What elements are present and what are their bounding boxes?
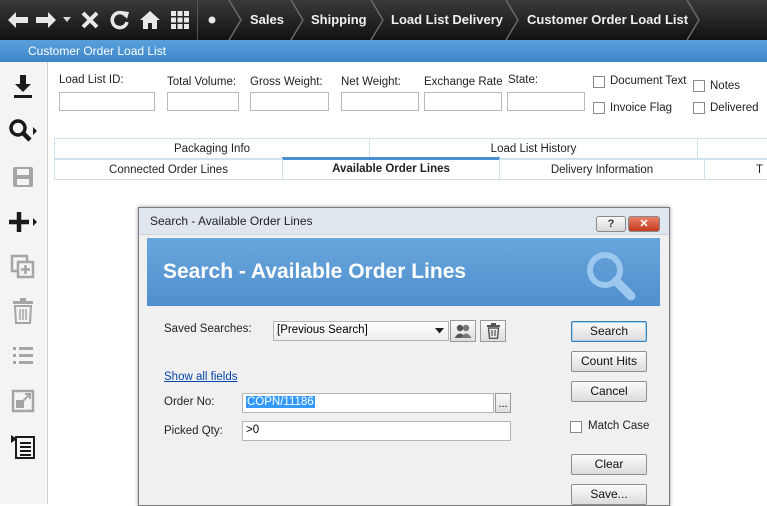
search-button[interactable]: Search — [571, 321, 647, 342]
gross-weight-label: Gross Weight: — [250, 76, 323, 88]
saved-searches-label: Saved Searches: — [164, 323, 252, 335]
saved-searches-select[interactable]: [Previous Search] — [273, 321, 449, 341]
breadcrumb-separator-icon — [686, 0, 700, 40]
match-case-checkbox[interactable] — [570, 421, 582, 433]
document-text-label: Document Text — [610, 75, 687, 87]
net-weight-label: Net Weight: — [341, 76, 401, 88]
order-no-input[interactable]: COPN/11186 — [242, 393, 494, 413]
picked-qty-input[interactable]: >0 — [242, 421, 511, 441]
tab-overflow[interactable]: T — [704, 159, 767, 180]
invoice-flag-label: Invoice Flag — [610, 102, 673, 114]
state-label: State: — [508, 74, 539, 86]
breadcrumb-load-list-delivery[interactable]: Load List Delivery — [391, 0, 503, 40]
breadcrumb-separator-icon — [228, 0, 242, 40]
order-no-label: Order No: — [164, 396, 215, 408]
notes-label: Notes — [710, 80, 741, 92]
picked-qty-label: Picked Qty: — [164, 425, 223, 437]
dialog-title: Search - Available Order Lines — [150, 214, 313, 228]
top-navigation-bar: Sales Shipping Load List Delivery Custom… — [0, 0, 767, 40]
window-title-bar: Customer Order Load List — [0, 40, 767, 62]
toolbar-divider — [197, 0, 198, 40]
show-all-fields-link[interactable]: Show all fields — [164, 371, 238, 383]
net-weight-field[interactable] — [341, 92, 419, 111]
bullet-icon — [205, 8, 219, 32]
home-icon[interactable] — [138, 8, 162, 32]
expand-icon — [11, 389, 35, 413]
delivered-label: Delivered — [710, 102, 759, 114]
sidebar-list-button[interactable] — [6, 339, 40, 373]
breadcrumb-separator-icon — [290, 0, 304, 40]
chevron-down-icon — [435, 328, 444, 334]
count-hits-button[interactable]: Count Hits — [571, 351, 647, 372]
breadcrumb-shipping[interactable]: Shipping — [311, 0, 367, 40]
close-icon[interactable] — [78, 8, 102, 32]
state-field[interactable] — [507, 92, 585, 111]
list-icon — [13, 347, 33, 364]
sidebar-save-button[interactable] — [6, 160, 40, 194]
load-list-id-field[interactable] — [59, 92, 155, 111]
order-no-browse-button[interactable]: ... — [495, 393, 511, 413]
sidebar-download-button[interactable] — [6, 70, 40, 104]
tab-available-order-lines[interactable]: Available Order Lines — [282, 157, 500, 180]
sidebar-delete-button[interactable] — [6, 294, 40, 328]
history-dropdown-icon[interactable] — [60, 8, 74, 32]
tab-connected-order-lines[interactable]: Connected Order Lines — [54, 159, 283, 180]
tab-load-list-history[interactable]: Load List History — [369, 138, 698, 159]
dialog-close-button[interactable]: ✕ — [628, 216, 660, 232]
sidebar-duplicate-button[interactable] — [6, 250, 40, 284]
download-icon — [14, 75, 32, 98]
manage-searches-button[interactable] — [450, 320, 476, 342]
sidebar-search-button[interactable] — [6, 114, 40, 148]
match-case-label: Match Case — [588, 420, 650, 432]
trash-icon — [13, 298, 33, 324]
dialog-title-bar: Search - Available Order Lines ? ✕ — [139, 208, 669, 235]
sidebar-expand-button[interactable] — [6, 384, 40, 418]
search-dialog: Search - Available Order Lines ? ✕ Searc… — [138, 207, 670, 506]
search-watermark-icon — [587, 252, 636, 301]
tab-packaging-info[interactable]: Packaging Info — [54, 138, 370, 159]
back-arrow-icon[interactable] — [6, 8, 30, 32]
breadcrumb-customer-order-load-list[interactable]: Customer Order Load List — [527, 0, 688, 40]
users-icon — [454, 324, 472, 338]
saved-searches-value: [Previous Search] — [277, 324, 368, 336]
tab-delivery-information[interactable]: Delivery Information — [499, 159, 705, 180]
delivered-checkbox[interactable] — [693, 102, 705, 114]
delete-search-button[interactable] — [480, 320, 506, 342]
breadcrumb-separator-icon — [505, 0, 519, 40]
save-icon — [13, 167, 33, 187]
exchange-rate-label: Exchange Rate — [424, 76, 503, 88]
sidebar-details-button[interactable] — [6, 429, 40, 463]
save-search-button[interactable]: Save... — [571, 484, 647, 505]
dialog-header-title: Search - Available Order Lines — [163, 260, 467, 283]
trash-icon — [487, 323, 500, 339]
document-text-checkbox[interactable] — [593, 76, 605, 88]
tab-row1-overflow — [697, 138, 767, 159]
window-title: Customer Order Load List — [28, 44, 167, 58]
forward-arrow-icon[interactable] — [34, 8, 58, 32]
breadcrumb-separator-icon — [370, 0, 384, 40]
duplicate-icon — [10, 254, 35, 279]
help-button[interactable]: ? — [596, 216, 626, 232]
invoice-flag-checkbox[interactable] — [593, 102, 605, 114]
total-volume-field[interactable] — [167, 92, 239, 111]
clear-button[interactable]: Clear — [571, 454, 647, 475]
add-icon — [9, 212, 37, 232]
notes-checkbox[interactable] — [693, 80, 705, 92]
details-list-icon — [11, 435, 35, 459]
search-icon — [9, 119, 37, 142]
sidebar-toolbar — [0, 62, 48, 504]
dialog-header-banner: Search - Available Order Lines — [147, 238, 660, 306]
order-no-value: COPN/11186 — [246, 396, 315, 408]
exchange-rate-field[interactable] — [424, 92, 502, 111]
cancel-button[interactable]: Cancel — [571, 381, 647, 402]
gross-weight-field[interactable] — [250, 92, 329, 111]
sidebar-add-button[interactable] — [6, 205, 40, 239]
breadcrumb-sales[interactable]: Sales — [250, 0, 284, 40]
grid-menu-icon[interactable] — [168, 8, 192, 32]
total-volume-label: Total Volume: — [167, 76, 237, 88]
refresh-icon[interactable] — [108, 8, 132, 32]
load-list-id-label: Load List ID: — [59, 74, 124, 86]
